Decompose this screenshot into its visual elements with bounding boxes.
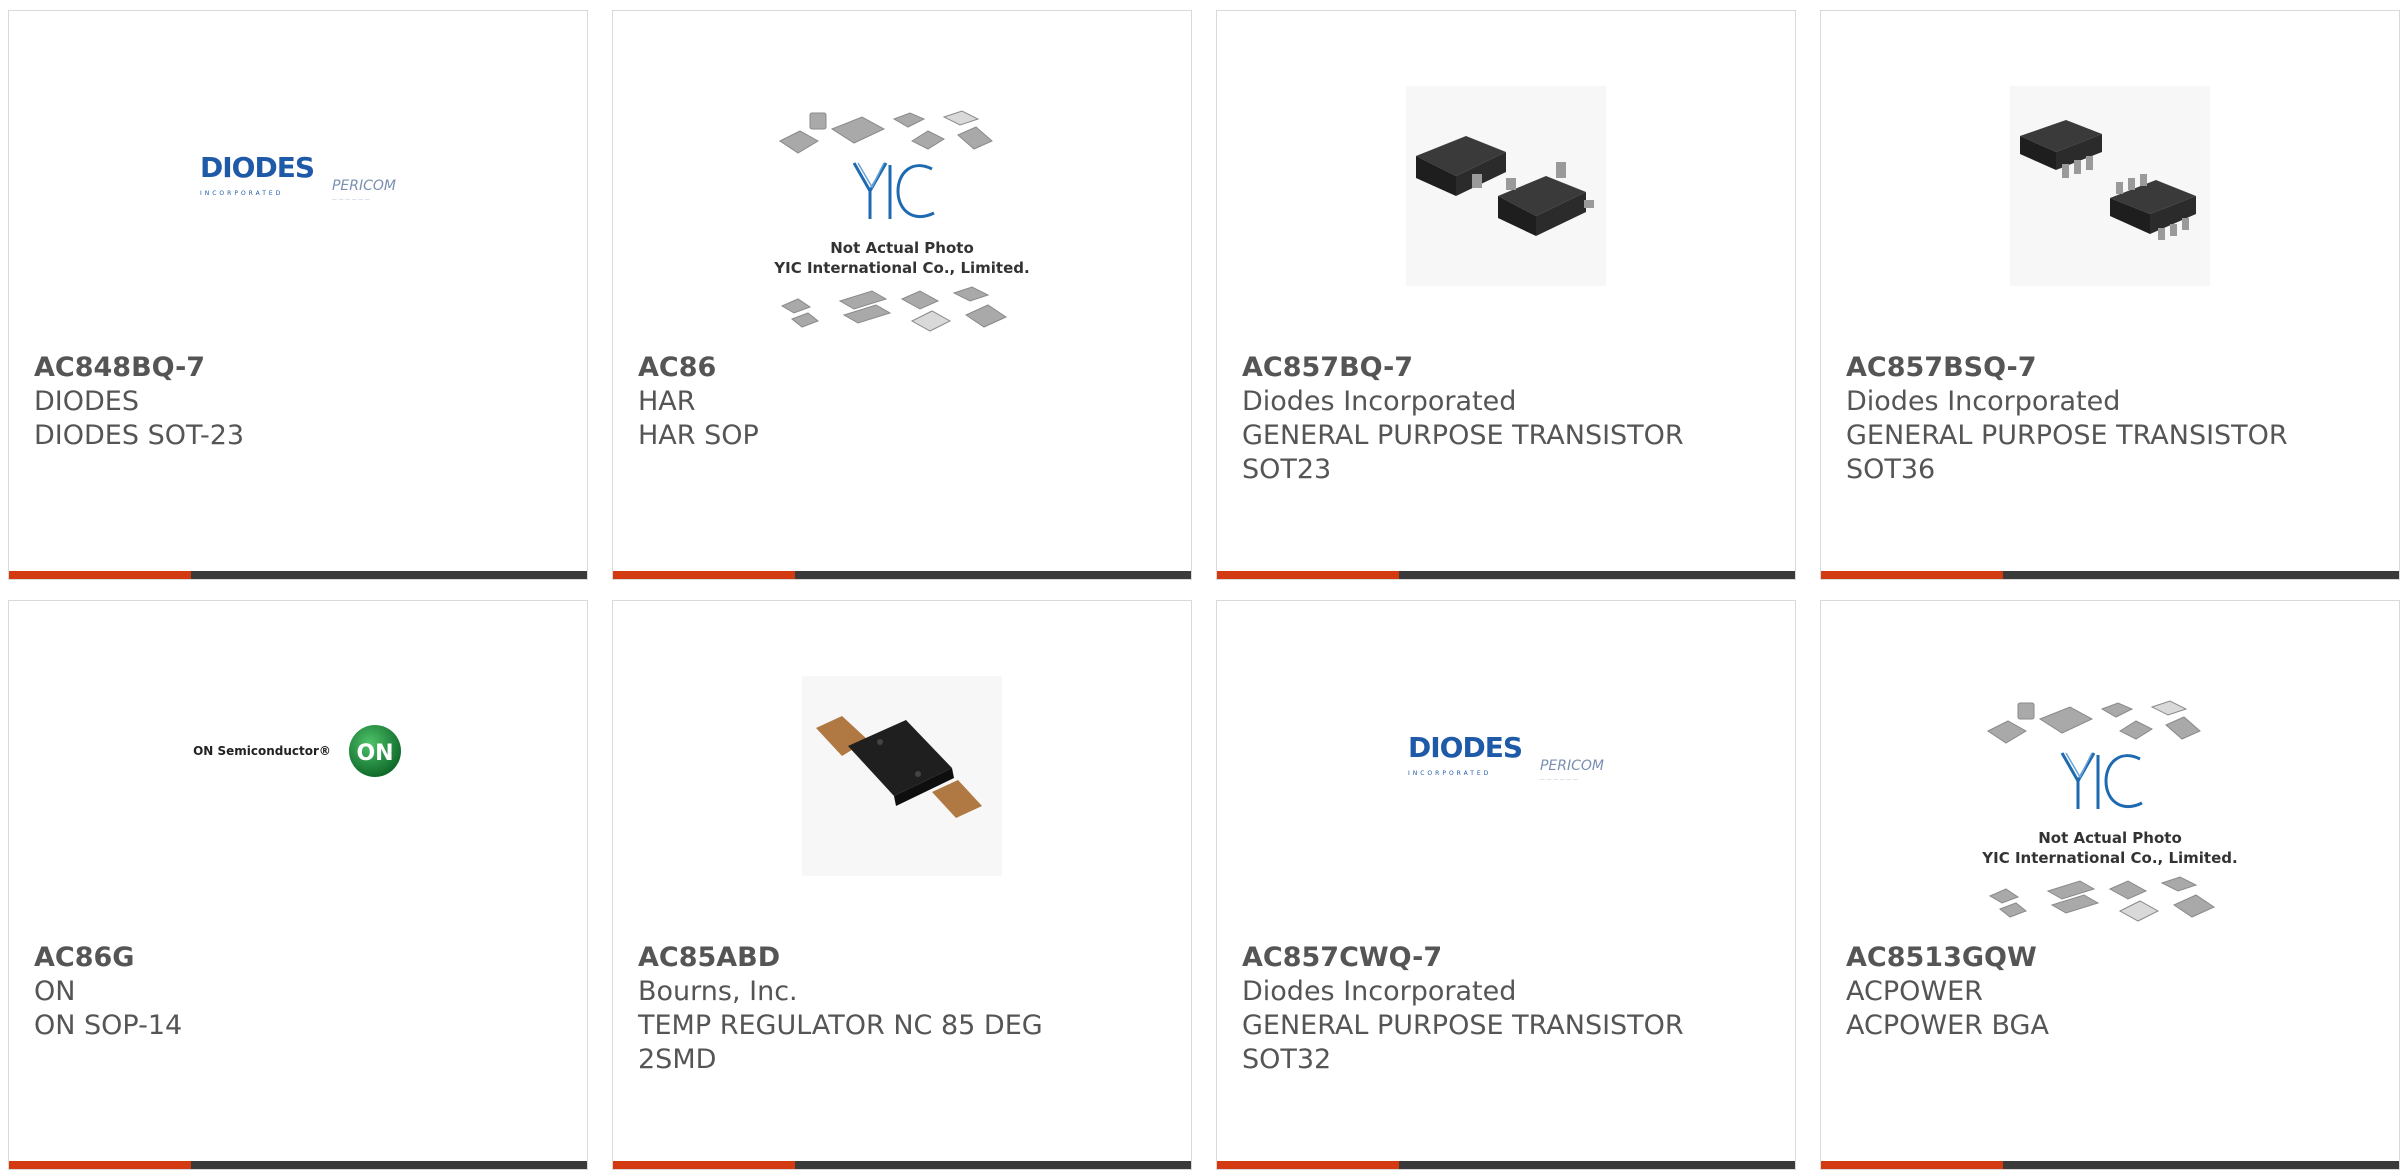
- product-image: [613, 661, 1191, 891]
- card-progress-bar: [1217, 571, 1795, 579]
- product-card[interactable]: Not Actual Photo YIC International Co., …: [1820, 600, 2400, 1170]
- product-card[interactable]: DIODES INCORPORATED PERICOM — — — — — — AC…: [8, 10, 588, 580]
- product-card[interactable]: AC857BSQ-7 Diodes Incorporated GENERAL P…: [1820, 10, 2400, 580]
- description: ON SOP-14: [34, 1010, 183, 1041]
- description: GENERAL PURPOSE TRANSISTOR: [1846, 420, 2288, 451]
- part-number[interactable]: AC857BSQ-7: [1846, 351, 2379, 385]
- card-progress-bar: [1217, 1161, 1795, 1169]
- part-number[interactable]: AC8513GQW: [1846, 941, 2379, 975]
- package: SOT32: [1242, 1044, 1332, 1075]
- product-image: DIODES INCORPORATED PERICOM — — — — — —: [9, 71, 587, 291]
- diodes-pericom-logo: DIODES INCORPORATED PERICOM — — — — — —: [1407, 731, 1605, 784]
- description: DIODES SOT-23: [34, 420, 245, 451]
- part-number[interactable]: AC86: [638, 351, 1171, 385]
- product-card[interactable]: ON Semiconductor® ON AC86G ON ON SOP-14: [8, 600, 588, 1170]
- manufacturer: HAR: [638, 386, 696, 417]
- manufacturer: DIODES: [34, 386, 139, 417]
- yic-placeholder-image: Not Actual Photo YIC International Co., …: [773, 110, 1030, 332]
- on-semiconductor-logo: ON Semiconductor® ON: [193, 723, 403, 779]
- part-number[interactable]: AC86G: [34, 941, 567, 975]
- description: HAR SOP: [638, 420, 759, 451]
- manufacturer: Diodes Incorporated: [1242, 976, 1517, 1007]
- card-progress-bar: [613, 1161, 1191, 1169]
- part-number[interactable]: AC857BQ-7: [1242, 351, 1775, 385]
- package: SOT23: [1242, 454, 1332, 485]
- part-number[interactable]: AC85ABD: [638, 941, 1171, 975]
- svg-text:YIC International Co., Limited: YIC International Co., Limited.: [773, 259, 1029, 277]
- thermal-cutoff-image: [802, 676, 1002, 876]
- product-image: [1217, 71, 1795, 301]
- yic-placeholder-image: Not Actual Photo YIC International Co., …: [1981, 700, 2238, 922]
- package: 2SMD: [638, 1044, 717, 1075]
- card-progress-bar: [1821, 571, 2399, 579]
- product-grid: DIODES INCORPORATED PERICOM — — — — — — AC…: [8, 10, 2400, 1170]
- manufacturer: ACPOWER: [1846, 976, 1983, 1007]
- package: SOT36: [1846, 454, 1936, 485]
- svg-text:Not Actual Photo: Not Actual Photo: [830, 239, 974, 257]
- sot23-package-image: [1406, 86, 1606, 286]
- on-logo-badge: ON: [348, 725, 401, 777]
- description: GENERAL PURPOSE TRANSISTOR: [1242, 1010, 1684, 1041]
- svg-text:YIC International Co., Limited: YIC International Co., Limited.: [1981, 849, 2237, 867]
- product-card[interactable]: DIODES INCORPORATED PERICOM — — — — — — AC…: [1216, 600, 1796, 1170]
- product-image: [1821, 71, 2399, 301]
- product-card[interactable]: Not Actual Photo YIC International Co., …: [612, 10, 1192, 580]
- part-number[interactable]: AC848BQ-7: [34, 351, 567, 385]
- product-card[interactable]: AC857BQ-7 Diodes Incorporated GENERAL PU…: [1216, 10, 1796, 580]
- manufacturer: ON: [34, 976, 76, 1007]
- manufacturer: Diodes Incorporated: [1846, 386, 2121, 417]
- card-progress-bar: [9, 571, 587, 579]
- diodes-pericom-logo: DIODES INCORPORATED PERICOM — — — — — —: [199, 151, 397, 204]
- product-image: ON Semiconductor® ON: [9, 641, 587, 861]
- product-card[interactable]: AC85ABD Bourns, Inc. TEMP REGULATOR NC 8…: [612, 600, 1192, 1170]
- description: GENERAL PURPOSE TRANSISTOR: [1242, 420, 1684, 451]
- product-image: DIODES INCORPORATED PERICOM — — — — — —: [1217, 651, 1795, 871]
- manufacturer: Diodes Incorporated: [1242, 386, 1517, 417]
- manufacturer: Bourns, Inc.: [638, 976, 798, 1007]
- card-progress-bar: [9, 1161, 587, 1169]
- card-progress-bar: [1821, 1161, 2399, 1169]
- svg-text:ON: ON: [356, 741, 393, 766]
- description: TEMP REGULATOR NC 85 DEG: [638, 1010, 1043, 1041]
- product-image: Not Actual Photo YIC International Co., …: [613, 96, 1191, 356]
- part-number[interactable]: AC857CWQ-7: [1242, 941, 1775, 975]
- svg-text:Not Actual Photo: Not Actual Photo: [2038, 829, 2182, 847]
- description: ACPOWER BGA: [1846, 1010, 2049, 1041]
- card-progress-bar: [613, 571, 1191, 579]
- sot363-package-image: [2010, 86, 2210, 286]
- product-image: Not Actual Photo YIC International Co., …: [1821, 686, 2399, 946]
